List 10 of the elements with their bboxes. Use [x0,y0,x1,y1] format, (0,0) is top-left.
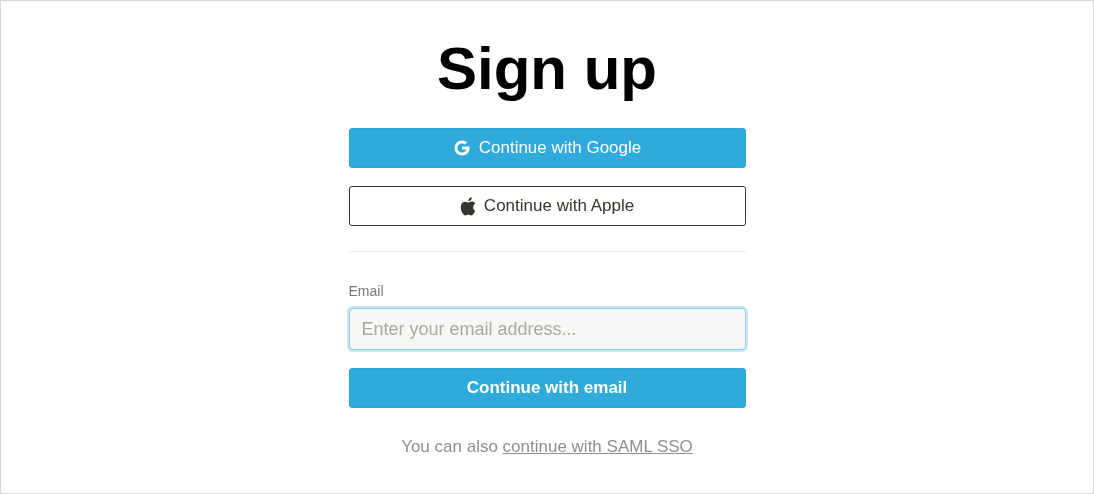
field-label: Email [348,282,384,301]
signup-note: You can also continue with SAML SSO [400,436,694,458]
email-field[interactable]: Enter your email address... [348,308,746,350]
saml-sso-link[interactable]: continue with SAML SSO [502,437,693,456]
email-button[interactable]: Continue with email [348,368,746,408]
google-button[interactable]: Continue with Google [348,128,746,168]
apple-button[interactable]: Continue with Apple [348,186,746,226]
page-title: Sign up [436,39,658,99]
apple-icon [459,196,476,216]
google-g-icon [452,139,471,157]
